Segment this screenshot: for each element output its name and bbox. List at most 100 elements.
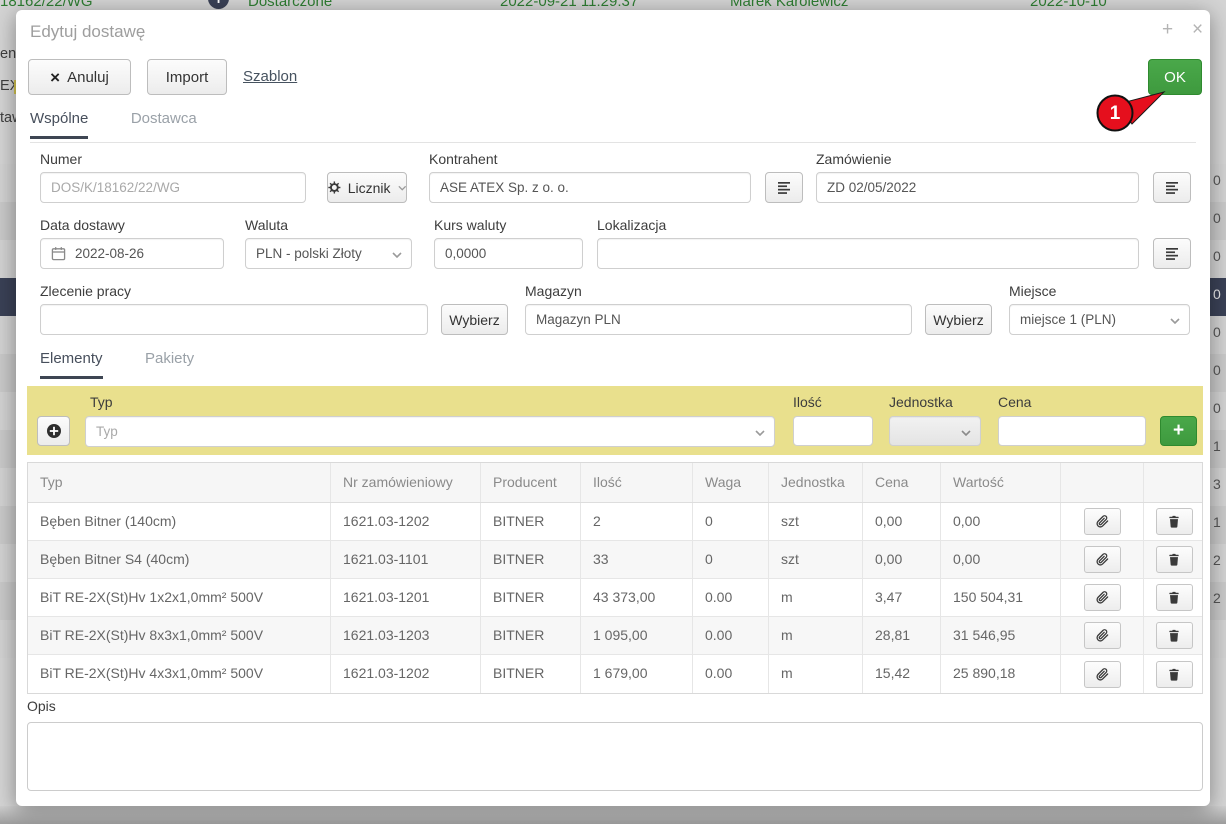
delete-button[interactable] bbox=[1156, 622, 1193, 649]
info-icon: i bbox=[208, 0, 229, 9]
ok-button[interactable]: OK bbox=[1148, 59, 1202, 95]
add-item-button[interactable]: + bbox=[1160, 416, 1197, 446]
lokalizacja-input[interactable] bbox=[597, 238, 1139, 269]
delete-button[interactable] bbox=[1156, 508, 1193, 535]
kontrahent-list-button[interactable] bbox=[765, 172, 803, 203]
close-icon[interactable]: × bbox=[1192, 20, 1203, 40]
delete-button[interactable] bbox=[1156, 584, 1193, 611]
table-cell: Bęben Bitner S4 (40cm) bbox=[28, 541, 331, 578]
table-row: Bęben Bitner S4 (40cm)1621.03-1101BITNER… bbox=[28, 541, 1202, 579]
trash-icon bbox=[1168, 553, 1180, 566]
waluta-select[interactable]: PLN - polski Złoty bbox=[245, 238, 412, 269]
table-cell: 150 504,31 bbox=[941, 579, 1061, 616]
table-cell-actions bbox=[1061, 579, 1144, 616]
edit-delivery-dialog: Edytuj dostawę + × × Anuluj Import Szabl… bbox=[16, 10, 1210, 806]
bg-digit-fragment: 0 bbox=[1213, 324, 1221, 340]
table-cell: 1 679,00 bbox=[581, 655, 693, 693]
bg-digit-fragment: 0 bbox=[1213, 210, 1221, 226]
table-cell: szt bbox=[769, 503, 863, 540]
add-item-plus: + bbox=[1173, 420, 1184, 442]
zlecenie-pracy-label: Zlecenie pracy bbox=[40, 283, 131, 299]
kontrahent-input[interactable] bbox=[429, 172, 751, 203]
magazyn-wybierz-button[interactable]: Wybierz bbox=[925, 304, 992, 335]
licznik-label: Licznik bbox=[348, 180, 391, 196]
chevron-down-icon bbox=[392, 252, 402, 258]
tab-wspolne[interactable]: Wspólne bbox=[30, 110, 88, 139]
table-header-cell: Wartość bbox=[941, 463, 1061, 502]
paperclip-icon bbox=[1096, 668, 1109, 681]
paperclip-icon bbox=[1096, 591, 1109, 604]
zlecenie-pracy-input[interactable] bbox=[40, 304, 428, 335]
data-dostawy-input[interactable] bbox=[75, 246, 185, 261]
table-cell: 1621.03-1202 bbox=[331, 655, 481, 693]
data-dostawy-field[interactable] bbox=[40, 238, 224, 269]
import-button[interactable]: Import bbox=[147, 59, 227, 95]
items-table: TypNr zamówieniowyProducentIlośćWagaJedn… bbox=[27, 462, 1203, 694]
expand-add-button[interactable] bbox=[37, 416, 70, 446]
import-label: Import bbox=[166, 69, 209, 86]
delete-button[interactable] bbox=[1156, 661, 1193, 688]
tab-pakiety[interactable]: Pakiety bbox=[145, 350, 194, 376]
bg-digit-fragment: 0 bbox=[1213, 172, 1221, 188]
attach-button[interactable] bbox=[1084, 584, 1121, 611]
items-tabs: Elementy Pakiety bbox=[40, 350, 232, 384]
quick-add-panel: Typ Ilość Jednostka Cena Typ + bbox=[27, 386, 1203, 455]
licznik-button[interactable]: Licznik bbox=[327, 172, 407, 203]
table-row: BiT RE-2X(St)Hv 1x2x1,0mm² 500V1621.03-1… bbox=[28, 579, 1202, 617]
table-cell: m bbox=[769, 617, 863, 654]
attach-button[interactable] bbox=[1084, 661, 1121, 688]
maximize-icon[interactable]: + bbox=[1162, 20, 1173, 40]
delete-button[interactable] bbox=[1156, 546, 1193, 573]
quick-cena-input[interactable] bbox=[998, 416, 1146, 446]
bg-datetime: 2022-09-21 11:29:37 bbox=[500, 0, 638, 10]
attach-button[interactable] bbox=[1084, 622, 1121, 649]
quick-cena-label: Cena bbox=[998, 394, 1031, 410]
waluta-label: Waluta bbox=[245, 217, 288, 233]
table-cell-actions bbox=[1061, 503, 1144, 540]
table-cell: BiT RE-2X(St)Hv 8x3x1,0mm² 500V bbox=[28, 617, 331, 654]
wybierz-label: Wybierz bbox=[449, 312, 499, 328]
attach-button[interactable] bbox=[1084, 508, 1121, 535]
zlecenie-wybierz-button[interactable]: Wybierz bbox=[441, 304, 508, 335]
magazyn-input[interactable] bbox=[525, 304, 912, 335]
bg-status: Dostarczone bbox=[248, 0, 332, 10]
list-icon bbox=[777, 181, 791, 195]
bg-person: Marek Karolewicz bbox=[730, 0, 848, 10]
cancel-x-icon: × bbox=[50, 70, 60, 85]
zamowienie-label: Zamówienie bbox=[816, 151, 891, 167]
table-cell: Bęben Bitner (140cm) bbox=[28, 503, 331, 540]
table-cell: 3,47 bbox=[863, 579, 941, 616]
table-cell-actions bbox=[1144, 541, 1204, 578]
table-cell-actions bbox=[1144, 655, 1204, 693]
opis-textarea[interactable] bbox=[27, 722, 1203, 791]
bg-digit-fragment: 0 bbox=[1213, 400, 1221, 416]
szablon-link[interactable]: Szablon bbox=[243, 68, 297, 85]
zamowienie-list-button[interactable] bbox=[1153, 172, 1191, 203]
paperclip-icon bbox=[1096, 515, 1109, 528]
cancel-button[interactable]: × Anuluj bbox=[28, 59, 131, 95]
table-cell: BITNER bbox=[481, 579, 581, 616]
tab-elementy[interactable]: Elementy bbox=[40, 350, 103, 379]
lokalizacja-label: Lokalizacja bbox=[597, 217, 666, 233]
quick-ilosc-input[interactable] bbox=[793, 416, 873, 446]
miejsce-select[interactable]: miejsce 1 (PLN) bbox=[1009, 304, 1190, 335]
lokalizacja-list-button[interactable] bbox=[1153, 238, 1191, 269]
numer-input[interactable] bbox=[40, 172, 306, 203]
chevron-down-icon bbox=[755, 430, 765, 436]
opis-label: Opis bbox=[27, 698, 56, 714]
kurs-waluty-input[interactable] bbox=[434, 238, 583, 269]
table-cell: BiT RE-2X(St)Hv 1x2x1,0mm² 500V bbox=[28, 579, 331, 616]
tab-dostawca[interactable]: Dostawca bbox=[131, 110, 197, 136]
table-cell: 1621.03-1203 bbox=[331, 617, 481, 654]
attach-button[interactable] bbox=[1084, 546, 1121, 573]
table-cell: szt bbox=[769, 541, 863, 578]
zamowienie-input[interactable] bbox=[816, 172, 1139, 203]
quick-jednostka-select[interactable] bbox=[889, 416, 981, 446]
table-cell: 43 373,00 bbox=[581, 579, 693, 616]
bg-digit-fragment: 0 bbox=[1213, 286, 1221, 302]
ok-label: OK bbox=[1164, 69, 1186, 86]
table-cell: 1621.03-1201 bbox=[331, 579, 481, 616]
gears-icon bbox=[328, 180, 341, 195]
quick-typ-combobox[interactable]: Typ bbox=[85, 416, 775, 447]
bg-date: 2022-10-10 bbox=[1030, 0, 1107, 10]
